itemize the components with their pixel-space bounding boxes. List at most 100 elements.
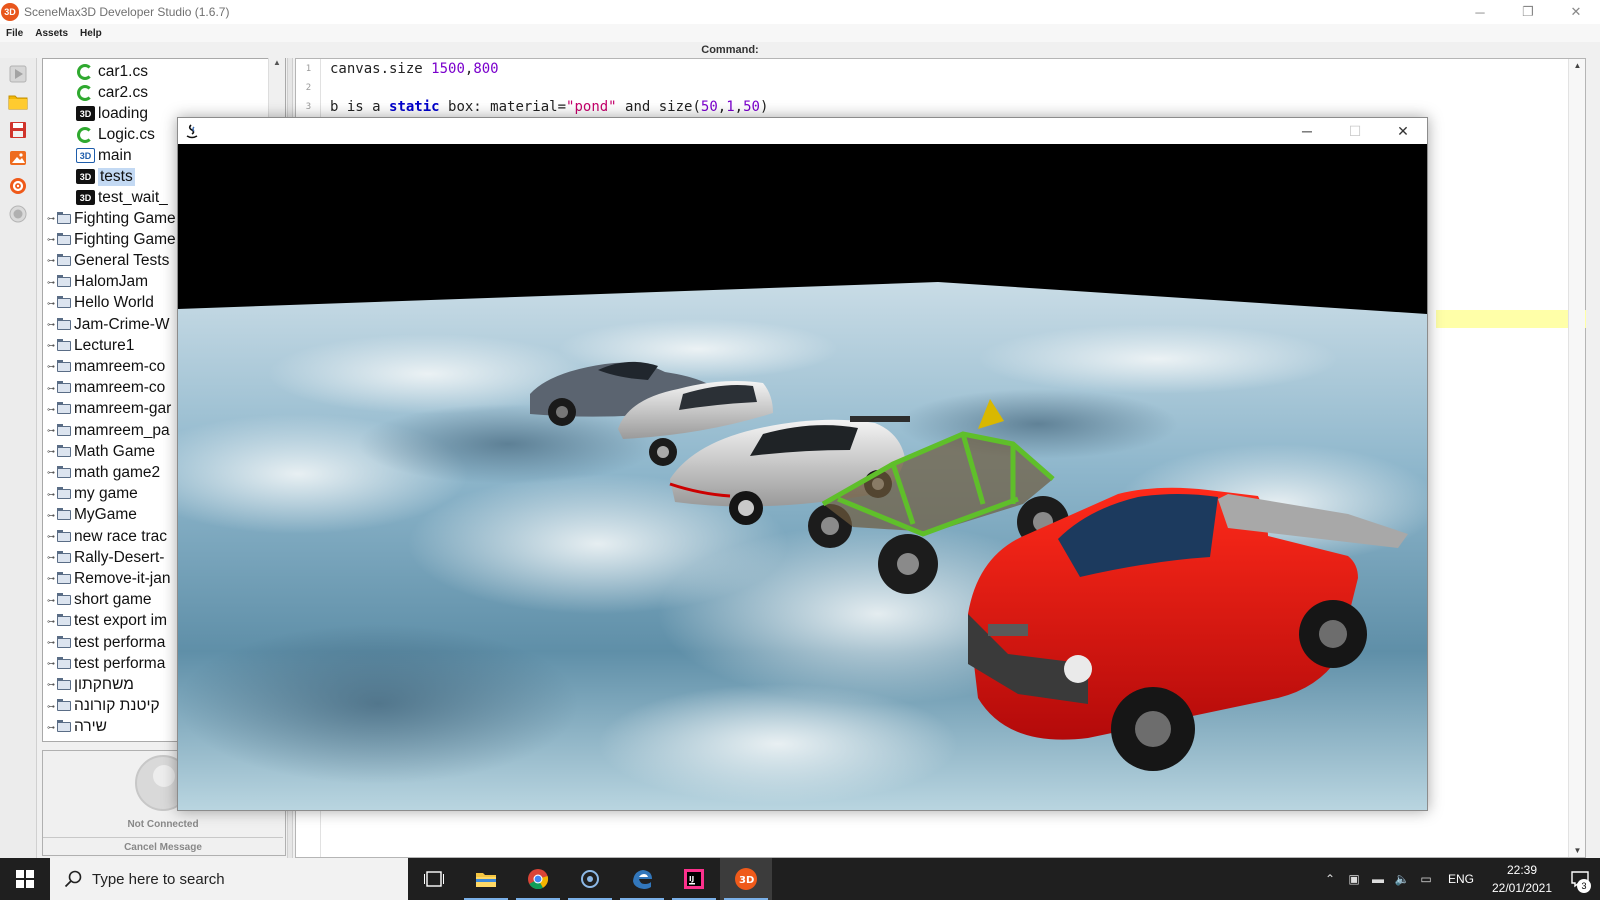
expand-toggle-icon[interactable]: ⊶ <box>47 426 57 435</box>
open-folder-icon <box>8 95 28 110</box>
expand-toggle-icon[interactable]: ⊶ <box>47 680 57 689</box>
tree-file[interactable]: car2.cs <box>77 82 285 103</box>
expand-toggle-icon[interactable]: ⊶ <box>47 299 57 308</box>
file-explorer-icon <box>476 873 496 887</box>
folder-icon <box>57 699 71 712</box>
tree-folder-label: Jam-Crime-W <box>74 315 170 333</box>
expand-toggle-icon[interactable]: ⊶ <box>47 659 57 668</box>
scroll-down-icon[interactable]: ▼ <box>1569 846 1586 855</box>
tree-file[interactable]: car1.cs <box>77 61 285 82</box>
3d-scene-viewport[interactable] <box>178 144 1427 810</box>
intellij-button[interactable]: IJ <box>668 858 720 900</box>
expand-toggle-icon[interactable]: ⊶ <box>47 638 57 647</box>
cortana-button[interactable] <box>564 858 616 900</box>
expand-toggle-icon[interactable]: ⊶ <box>47 532 57 541</box>
code-text: b is a static box: material="pond" and s… <box>330 98 769 115</box>
expand-toggle-icon[interactable]: ⊶ <box>47 574 57 583</box>
clock-time: 22:39 <box>1506 863 1538 877</box>
expand-toggle-icon[interactable]: ⊶ <box>47 723 57 732</box>
save-button[interactable] <box>6 118 30 142</box>
folder-icon <box>57 253 71 266</box>
expand-toggle-icon[interactable]: ⊶ <box>47 702 57 711</box>
game-close-button[interactable]: ✕ <box>1379 118 1427 144</box>
tree-folder-label: HalomJam <box>74 273 149 291</box>
cortana-icon <box>581 870 599 888</box>
folder-icon <box>57 275 71 288</box>
meet-now-icon[interactable]: ▣ <box>1342 872 1366 886</box>
folder-icon <box>57 571 71 584</box>
folder-icon <box>57 550 71 563</box>
windows-taskbar: Type here to search IJ 3D ⌃ ▣ ▬ 🔈 ▭ ENG … <box>0 858 1600 900</box>
code-line: 2 <box>296 78 1556 97</box>
game-preview-window[interactable]: ─ ☐ ✕ <box>177 117 1428 811</box>
game-maximize-button[interactable]: ☐ <box>1331 118 1379 144</box>
taskbar-search-input[interactable]: Type here to search <box>50 858 408 900</box>
expand-toggle-icon[interactable]: ⊶ <box>47 490 57 499</box>
volume-icon[interactable]: 🔈 <box>1390 872 1414 886</box>
restore-button[interactable]: ❐ <box>1504 0 1552 24</box>
start-button[interactable] <box>0 858 50 900</box>
notification-center-button[interactable]: 3 <box>1560 858 1600 900</box>
folder-icon <box>57 487 71 500</box>
scroll-up-icon[interactable]: ▲ <box>269 58 285 67</box>
game-minimize-button[interactable]: ─ <box>1283 118 1331 144</box>
file-explorer-button[interactable] <box>460 858 512 900</box>
expand-toggle-icon[interactable]: ⊶ <box>47 341 57 350</box>
folder-icon <box>57 338 71 351</box>
open-button[interactable] <box>6 90 30 114</box>
expand-toggle-icon[interactable]: ⊶ <box>47 320 57 329</box>
edge-button[interactable] <box>616 858 668 900</box>
tree-scrollbar[interactable]: ▲ <box>268 58 285 118</box>
expand-toggle-icon[interactable]: ⊶ <box>47 384 57 393</box>
menu-assets[interactable]: Assets <box>35 28 68 39</box>
system-tray: ⌃ ▣ ▬ 🔈 ▭ ENG 22:39 22/01/2021 3 <box>1318 858 1600 900</box>
expand-toggle-icon[interactable]: ⊶ <box>47 596 57 605</box>
battery-icon[interactable]: ▬ <box>1366 872 1390 886</box>
expand-toggle-icon[interactable]: ⊶ <box>47 511 57 520</box>
svg-text:3D: 3D <box>739 875 754 886</box>
run-button[interactable] <box>6 62 30 86</box>
network-icon[interactable]: ▭ <box>1414 872 1438 886</box>
assets-button[interactable] <box>6 146 30 170</box>
menu-file[interactable]: File <box>6 28 23 39</box>
show-hidden-icons-icon[interactable]: ⌃ <box>1318 872 1342 886</box>
settings-button[interactable] <box>6 174 30 198</box>
task-view-button[interactable] <box>408 858 460 900</box>
expand-toggle-icon[interactable]: ⊶ <box>47 256 57 265</box>
game-window-controls: ─ ☐ ✕ <box>1283 118 1427 144</box>
expand-toggle-icon[interactable]: ⊶ <box>47 214 57 223</box>
chrome-button[interactable] <box>512 858 564 900</box>
expand-toggle-icon[interactable]: ⊶ <box>47 468 57 477</box>
expand-toggle-icon[interactable]: ⊶ <box>47 617 57 626</box>
scenemax-icon: 3D <box>735 868 757 890</box>
expand-toggle-icon[interactable]: ⊶ <box>47 235 57 244</box>
tree-folder-label: mamreem-co <box>74 357 166 375</box>
taskbar-clock[interactable]: 22:39 22/01/2021 <box>1484 861 1560 897</box>
code-text: canvas.size 1500,800 <box>330 60 499 77</box>
menu-help[interactable]: Help <box>80 28 102 39</box>
scenemax-script-icon: 3D <box>76 169 95 184</box>
expand-toggle-icon[interactable]: ⊶ <box>47 553 57 562</box>
tree-folder-label: math game2 <box>74 463 161 481</box>
tree-folder-label: MyGame <box>74 506 137 524</box>
expand-toggle-icon[interactable]: ⊶ <box>47 278 57 287</box>
expand-toggle-icon[interactable]: ⊶ <box>47 362 57 371</box>
folder-icon <box>57 444 71 457</box>
record-icon <box>9 205 27 223</box>
expand-toggle-icon[interactable]: ⊶ <box>47 447 57 456</box>
scenemax-taskbar-button[interactable]: 3D <box>720 858 772 900</box>
window-titlebar: 3D SceneMax3D Developer Studio (1.6.7) ─… <box>0 0 1600 24</box>
game-window-titlebar[interactable]: ─ ☐ ✕ <box>178 118 1427 144</box>
scenemax-app-icon: 3D <box>1 3 19 21</box>
minimize-button[interactable]: ─ <box>1456 0 1504 24</box>
close-button[interactable]: ✕ <box>1552 0 1600 24</box>
record-button[interactable] <box>6 202 30 226</box>
java-app-icon <box>186 124 198 139</box>
scroll-up-icon[interactable]: ▲ <box>1569 61 1586 70</box>
input-language[interactable]: ENG <box>1448 872 1474 886</box>
app-root: 3D SceneMax3D Developer Studio (1.6.7) ─… <box>0 0 1600 900</box>
expand-toggle-icon[interactable]: ⊶ <box>47 405 57 414</box>
csharp-file-icon <box>77 63 93 80</box>
cancel-message-button[interactable]: Cancel Message <box>43 837 283 853</box>
editor-scrollbar[interactable]: ▲ ▼ <box>1568 59 1585 857</box>
